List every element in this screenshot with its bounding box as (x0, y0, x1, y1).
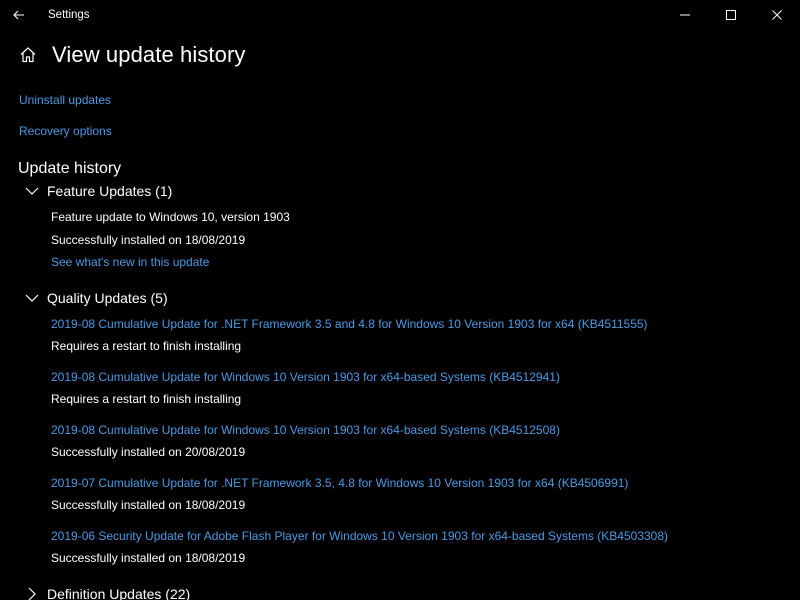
page-header: View update history (18, 42, 246, 68)
title-bar: Settings (0, 0, 800, 30)
quality-update-status: Successfully installed on 20/08/2019 (51, 445, 246, 459)
minimize-icon (680, 14, 690, 16)
caption-controls (662, 0, 800, 30)
recovery-options-link[interactable]: Recovery options (19, 124, 112, 138)
feature-update-name: Feature update to Windows 10, version 19… (51, 210, 290, 224)
quality-update-status: Requires a restart to finish installing (51, 392, 242, 406)
quality-updates-toggle[interactable]: Quality Updates (5) (24, 290, 168, 306)
feature-updates-toggle[interactable]: Feature Updates (1) (24, 183, 172, 199)
page-title: View update history (52, 42, 246, 67)
window-title: Settings (48, 9, 90, 21)
minimize-button[interactable] (662, 0, 708, 30)
chevron-down-icon (25, 294, 39, 302)
definition-updates-label: Definition Updates (22) (47, 586, 191, 600)
home-icon[interactable] (18, 45, 38, 65)
definition-updates-toggle[interactable]: Definition Updates (22) (24, 586, 190, 600)
chevron-down-icon (25, 187, 39, 195)
quality-update-link[interactable]: 2019-08 Cumulative Update for .NET Frame… (51, 317, 648, 331)
quality-update-link[interactable]: 2019-08 Cumulative Update for Windows 10… (51, 423, 560, 437)
quality-update-status: Successfully installed on 18/08/2019 (51, 498, 246, 512)
quality-update-link[interactable]: 2019-06 Security Update for Adobe Flash … (51, 529, 668, 543)
uninstall-updates-link[interactable]: Uninstall updates (19, 93, 111, 107)
feature-update-status: Successfully installed on 18/08/2019 (51, 233, 246, 247)
settings-window: Settings View update history Uninstall u… (0, 0, 800, 600)
quality-update-status: Successfully installed on 18/08/2019 (51, 551, 246, 565)
quality-updates-label: Quality Updates (5) (47, 290, 168, 306)
close-button[interactable] (754, 0, 800, 30)
maximize-icon (726, 10, 736, 20)
quality-update-link[interactable]: 2019-08 Cumulative Update for Windows 10… (51, 370, 560, 384)
feature-updates-label: Feature Updates (1) (47, 183, 173, 199)
back-arrow-icon (13, 10, 24, 20)
quality-update-status: Requires a restart to finish installing (51, 339, 242, 353)
whats-new-link[interactable]: See what's new in this update (51, 255, 209, 269)
close-icon (772, 10, 782, 20)
back-button[interactable] (0, 0, 38, 30)
quality-update-link[interactable]: 2019-07 Cumulative Update for .NET Frame… (51, 476, 628, 490)
chevron-right-icon (28, 587, 36, 600)
update-history-heading: Update history (18, 160, 122, 177)
maximize-button[interactable] (708, 0, 754, 30)
